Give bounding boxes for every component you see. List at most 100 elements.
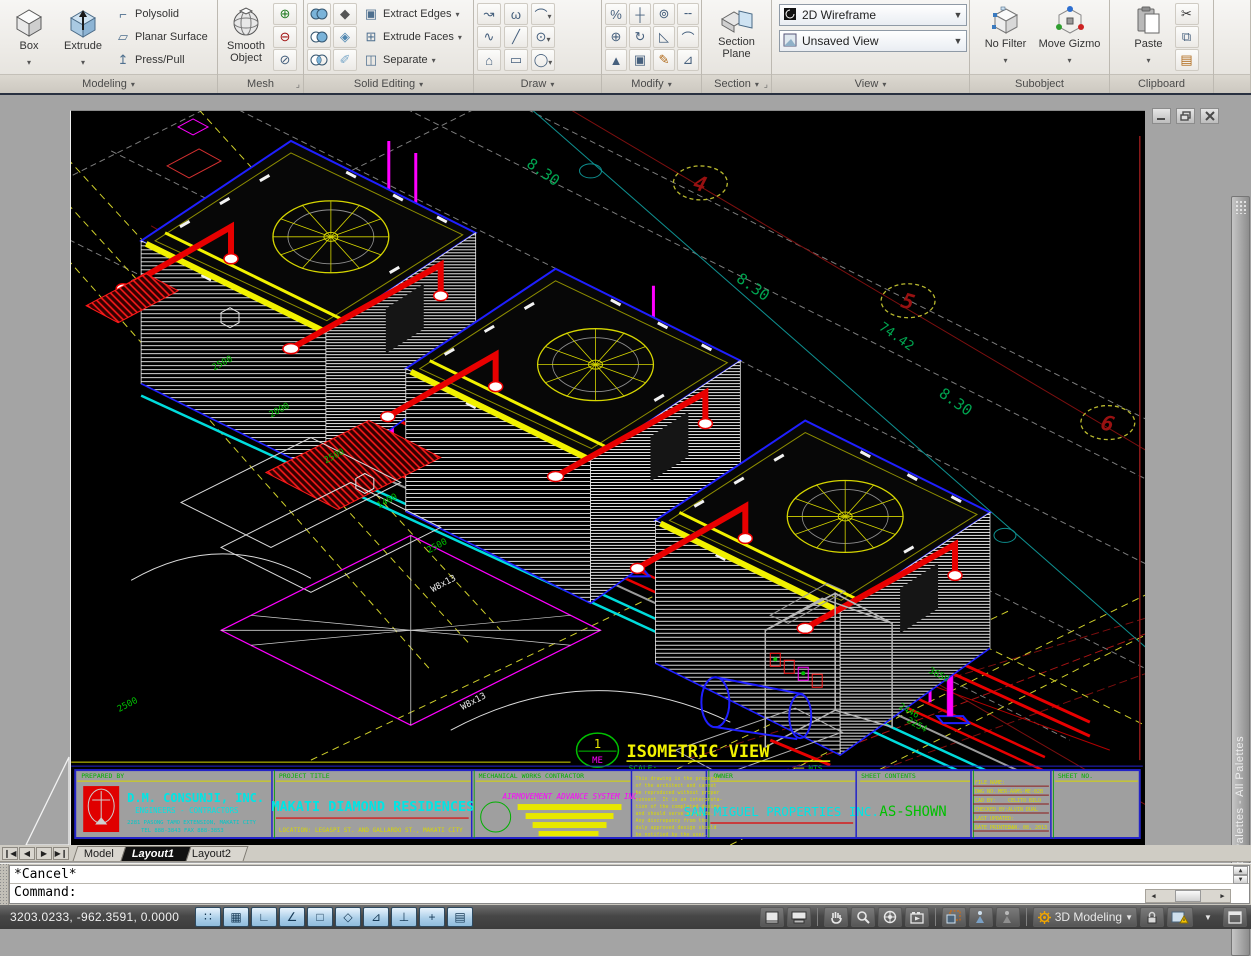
panel-title-draw[interactable]: Draw — [474, 74, 601, 93]
next-tab-button[interactable]: ▶ — [36, 847, 52, 860]
minimize-button[interactable] — [1152, 108, 1171, 124]
model-space-button[interactable] — [760, 907, 784, 927]
coordinates-readout[interactable]: 3203.0233, -962.3591, 0.0000 — [0, 910, 195, 924]
section-plane-button[interactable]: Section Plane — [707, 2, 767, 72]
command-history[interactable]: *Cancel* ▲ ▼ — [10, 866, 1249, 884]
break-button[interactable]: ╌ — [677, 3, 699, 25]
scroll-left-button[interactable]: ◀ — [1146, 890, 1161, 902]
panel-title-subobject[interactable]: Subobject — [970, 74, 1109, 93]
scale-button[interactable]: ▲ — [605, 49, 627, 71]
intersect-button[interactable] — [307, 49, 331, 71]
arc-button[interactable]: ⌒ — [531, 3, 555, 25]
polar-toggle[interactable]: ∠ — [279, 907, 305, 927]
showmotion-button[interactable] — [905, 907, 929, 927]
zoom-button[interactable] — [851, 907, 875, 927]
scroll-down-button[interactable]: ▼ — [1233, 875, 1248, 884]
extract-edges-button[interactable]: ▣ Extract Edges — [359, 3, 466, 25]
ellipse-button[interactable]: ◯ — [531, 49, 555, 71]
command-hscrollbar[interactable]: ◀ ▶ — [1145, 889, 1231, 903]
fillet-button[interactable]: ⌒ — [677, 26, 699, 48]
subtract-button[interactable] — [307, 26, 331, 48]
section-launcher[interactable]: ⌟ — [764, 79, 768, 90]
annotation-scale-button[interactable] — [942, 907, 966, 927]
prev-tab-button[interactable]: ◀ — [19, 847, 35, 860]
last-tab-button[interactable]: ▶❙ — [53, 847, 69, 860]
osnap-toggle[interactable]: □ — [307, 907, 333, 927]
copy-button[interactable]: ⧉ — [1175, 26, 1199, 48]
extrude-caret[interactable] — [81, 52, 85, 70]
named-view-dropdown[interactable]: Unsaved View ▼ — [779, 30, 967, 52]
mesh-refine-button[interactable]: ⊕ — [273, 3, 297, 25]
palette-grip[interactable] — [1235, 200, 1247, 214]
rectangle-button[interactable]: ▭ — [504, 49, 528, 71]
clean-button[interactable]: ✐ — [333, 49, 357, 71]
mirror-3d-button[interactable]: % — [605, 3, 627, 25]
taper-faces-button[interactable]: ◈ — [333, 26, 357, 48]
paste-caret[interactable] — [1146, 50, 1150, 68]
offset-button[interactable]: ▣ — [629, 49, 651, 71]
quick-view-layouts-button[interactable] — [787, 907, 811, 927]
trim-button[interactable]: ◺ — [653, 26, 675, 48]
align-3d-button[interactable]: ⊕ — [605, 26, 627, 48]
array-3d-button[interactable]: ⊚ — [653, 3, 675, 25]
grid-toggle[interactable]: ▦ — [223, 907, 249, 927]
annotation-auto-button[interactable] — [996, 907, 1020, 927]
panel-title-mesh[interactable]: Mesh — [218, 74, 303, 93]
ortho-toggle[interactable]: ∟ — [251, 907, 277, 927]
erase-button[interactable]: ✎ — [653, 49, 675, 71]
extrude-faces-button[interactable]: ⊞ Extrude Faces — [359, 26, 466, 48]
revision-cloud-button[interactable]: ω — [504, 3, 528, 25]
circle-button[interactable]: ⊙ — [531, 26, 555, 48]
match-properties-button[interactable]: ▤ — [1175, 49, 1199, 71]
annotation-visibility-button[interactable] — [969, 907, 993, 927]
pan-button[interactable] — [824, 907, 848, 927]
toolbar-lock-button[interactable] — [1140, 907, 1164, 927]
smooth-object-button[interactable]: Smooth Object — [221, 2, 271, 72]
box-button[interactable]: Box — [3, 2, 55, 72]
rotate-3d-button[interactable]: ↻ — [629, 26, 651, 48]
mesh-launcher[interactable]: ⌟ — [296, 79, 300, 90]
workspace-caret[interactable]: ▼ — [1125, 913, 1133, 922]
polyline-button[interactable]: ↝ — [477, 3, 501, 25]
named-view-caret[interactable]: ▼ — [950, 36, 966, 46]
polygon-button[interactable]: ⌂ — [477, 49, 501, 71]
cut-button[interactable]: ✂ — [1175, 3, 1199, 25]
qp-toggle[interactable]: ▤ — [447, 907, 473, 927]
first-tab-button[interactable]: ❙◀ — [2, 847, 18, 860]
no-filter-caret[interactable] — [1003, 50, 1007, 68]
fillet-edge-button[interactable]: ◆ — [333, 3, 357, 25]
presspull-button[interactable]: ↥ Press/Pull — [111, 49, 212, 71]
scroll-up-button[interactable]: ▲ — [1233, 866, 1248, 875]
tab-layout1[interactable]: Layout1 — [121, 846, 192, 861]
line-button[interactable]: ╱ — [504, 26, 528, 48]
planar-surface-button[interactable]: ▱ Planar Surface — [111, 26, 212, 48]
panel-title-solid[interactable]: Solid Editing — [304, 74, 473, 93]
steering-wheel-button[interactable] — [878, 907, 902, 927]
osnap3d-toggle[interactable]: ◇ — [335, 907, 361, 927]
union-button[interactable] — [307, 3, 331, 25]
workspace-switcher[interactable]: 3D Modeling ▼ — [1033, 907, 1137, 927]
move-gizmo-caret[interactable] — [1067, 50, 1071, 68]
tool-palettes-bar[interactable]: Tool Palettes - All Palettes — [1231, 196, 1250, 956]
restore-button[interactable] — [1176, 108, 1195, 124]
drawing-canvas[interactable]: 4 5 6 8.30 8.30 74.42 8.30 2500 2000 250… — [70, 110, 1145, 845]
separate-button[interactable]: ◫ Separate — [359, 49, 466, 71]
visual-style-dropdown[interactable]: 2D Wireframe ▼ — [779, 4, 967, 26]
paste-button[interactable]: Paste — [1125, 2, 1173, 72]
no-filter-button[interactable]: No Filter — [977, 2, 1035, 72]
otrack-toggle[interactable]: ⊿ — [363, 907, 389, 927]
polysolid-button[interactable]: ⌐ Polysolid — [111, 3, 212, 25]
visual-style-caret[interactable]: ▼ — [950, 10, 966, 20]
ducs-toggle[interactable]: ⊥ — [391, 907, 417, 927]
panel-title-view[interactable]: View — [772, 74, 969, 93]
panel-title-clipboard[interactable]: Clipboard — [1110, 74, 1213, 93]
mesh-reduce-button[interactable]: ⊖ — [273, 26, 297, 48]
panel-title-modify[interactable]: Modify — [602, 74, 701, 93]
application-status-button[interactable] — [1167, 907, 1193, 927]
close-button[interactable] — [1200, 108, 1219, 124]
snap-toggle[interactable]: ∷ — [195, 907, 221, 927]
dyn-toggle[interactable]: + — [419, 907, 445, 927]
clean-screen-button[interactable] — [1223, 907, 1247, 927]
command-grip[interactable] — [0, 864, 9, 905]
command-input[interactable]: Command: ◀ ▶ — [10, 884, 1249, 903]
